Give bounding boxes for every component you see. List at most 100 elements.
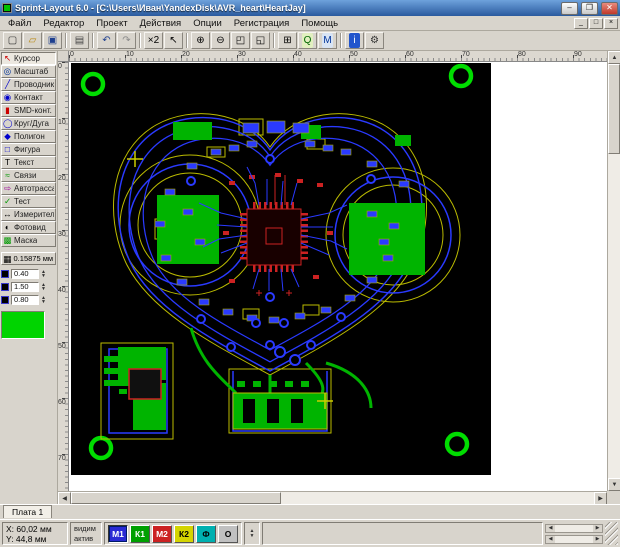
toolbar-icon: i [349, 33, 360, 48]
info-button[interactable]: i [345, 32, 364, 49]
print-button[interactable]: ▤ [70, 32, 89, 49]
horizontal-scroll-track[interactable] [281, 492, 594, 504]
tool-mask[interactable]: ▩ Маска [1, 234, 56, 247]
new-file-button[interactable]: ▢ [3, 32, 22, 49]
horizontal-scrollbar[interactable]: ◀ ▶ [58, 491, 607, 504]
maximize-button[interactable]: ❐ [581, 2, 598, 15]
pcb-canvas[interactable] [69, 62, 607, 491]
size-value-row[interactable]: 0.40 ▲▼ [1, 268, 56, 280]
scrollbar-corner [607, 491, 620, 504]
tool-circle-arc[interactable]: ◯ Круг/Дуга [1, 117, 56, 130]
tool-cursor[interactable]: ↖ Курсор [1, 52, 56, 65]
mini-right-icon[interactable]: ▶ [593, 525, 602, 532]
size-value-row[interactable]: 0.80 ▲▼ [1, 294, 56, 306]
mdi-minimize-button[interactable]: _ [574, 18, 588, 29]
size-value-row[interactable]: 1.50 ▲▼ [1, 281, 56, 293]
vertical-scroll-thumb[interactable] [608, 64, 620, 154]
tool-text[interactable]: Т Текст [1, 156, 56, 169]
toolbar-button[interactable] [273, 33, 275, 48]
tool-test[interactable]: ✓ Тест [1, 195, 56, 208]
zoom-in-button[interactable]: ⊕ [191, 32, 210, 49]
tool-connections[interactable]: ≈ Связи [1, 169, 56, 182]
mini-scrollbar-1[interactable]: ◀ ▶ [545, 524, 603, 533]
tool-autoroute[interactable]: ⇨ Автотрасса [1, 182, 56, 195]
menu-file[interactable]: Файл [2, 17, 37, 30]
menu-options[interactable]: Опции [187, 17, 228, 30]
tool-smd-pad[interactable]: ▮ SMD-конт. [1, 104, 56, 117]
toolbar-button[interactable] [65, 33, 67, 48]
layer-m2-button[interactable]: М2 [152, 525, 172, 543]
tool-measure[interactable]: ↔ Измеритель [1, 208, 56, 221]
tool-icon: ◆ [3, 131, 12, 142]
scroll-down-button[interactable]: ▼ [608, 478, 620, 491]
zoom-all-button[interactable]: ◱ [251, 32, 270, 49]
mdi-close-button[interactable]: × [604, 18, 618, 29]
layer-o-button[interactable]: О [218, 525, 238, 543]
horizontal-scroll-thumb[interactable] [71, 492, 281, 504]
menu-help[interactable]: Помощь [295, 17, 344, 30]
app-icon [2, 3, 12, 13]
mini-left-icon[interactable]: ◀ [546, 525, 555, 532]
open-button[interactable]: ▱ [23, 32, 42, 49]
size-value[interactable]: 0.40 [11, 269, 39, 279]
menu-registration[interactable]: Регистрация [228, 17, 296, 30]
toolbar-button[interactable] [186, 33, 188, 48]
pointer-button[interactable]: ↖ [164, 32, 183, 49]
size-stepper[interactable]: ▲▼ [41, 296, 46, 304]
zoom-out-button[interactable]: ⊖ [211, 32, 230, 49]
grid-selector[interactable]: ▦ 0.15875 мм [1, 252, 56, 265]
mini-scrollbar-2[interactable]: ◀ ▶ [545, 535, 603, 544]
toolbar-icon: ↷ [121, 33, 132, 48]
grid-toggle-button[interactable]: ⊞ [278, 32, 297, 49]
layer-m1-button[interactable]: М1 [108, 525, 128, 543]
resize-grip[interactable] [605, 522, 618, 545]
active-layer-color-swatch[interactable] [1, 311, 45, 339]
vertical-scroll-track[interactable] [608, 154, 620, 478]
tool-track[interactable]: ╱ Проводник [1, 78, 56, 91]
zoom-x2-button[interactable]: ×2 [144, 32, 163, 49]
tool-zoom[interactable]: ◎ Масштаб [1, 65, 56, 78]
settings-button[interactable]: ⚙ [365, 32, 384, 49]
mini-track-2[interactable] [555, 536, 593, 543]
scroll-up-button[interactable]: ▲ [608, 51, 620, 64]
tool-shape[interactable]: □ Фигура [1, 143, 56, 156]
mini-right-icon-2[interactable]: ▶ [593, 536, 602, 543]
mdi-restore-button[interactable]: □ [589, 18, 603, 29]
vertical-scrollbar[interactable]: ▲ ▼ [607, 51, 620, 491]
menu-actions[interactable]: Действия [134, 17, 188, 30]
tool-photoview[interactable]: ◐ Фотовид [1, 221, 56, 234]
toolbar-button[interactable] [139, 33, 141, 48]
size-stepper[interactable]: ▲▼ [41, 283, 46, 291]
redo-button[interactable]: ↷ [117, 32, 136, 49]
zoom-window-button[interactable]: ◰ [231, 32, 250, 49]
pcb-board[interactable] [71, 63, 491, 475]
toolbar-button[interactable] [340, 33, 342, 48]
stepper-down-icon[interactable]: ▼ [250, 534, 255, 539]
undo-button[interactable]: ↶ [97, 32, 116, 49]
close-button[interactable]: ✕ [601, 2, 618, 15]
ruler-number: 20 [181, 51, 237, 61]
save-button[interactable]: ▣ [43, 32, 62, 49]
toolbox-panel: ↖ Курсор ◎ Масштаб ╱ Проводник ◉ [0, 51, 58, 504]
layer-k2-button[interactable]: К2 [174, 525, 194, 543]
layer-k1-button[interactable]: К1 [130, 525, 150, 543]
size-value[interactable]: 1.50 [11, 282, 39, 292]
menu-editor[interactable]: Редактор [37, 17, 90, 30]
mini-track-1[interactable] [555, 525, 593, 532]
layer-stepper[interactable]: ▲ ▼ [244, 522, 260, 545]
tool-polygon[interactable]: ◆ Полигон [1, 130, 56, 143]
menu-project[interactable]: Проект [90, 17, 133, 30]
mini-left-icon-2[interactable]: ◀ [546, 536, 555, 543]
tab-board-1[interactable]: Плата 1 [3, 505, 52, 518]
layer-f-button[interactable]: Ф [196, 525, 216, 543]
metallization-button[interactable]: М [318, 32, 337, 49]
toolbar-icon: ◱ [255, 33, 266, 48]
size-value[interactable]: 0.80 [11, 295, 39, 305]
photo-view-button[interactable]: Q [298, 32, 317, 49]
toolbar-icon: ⚙ [369, 33, 380, 48]
tool-pad[interactable]: ◉ Контакт [1, 91, 56, 104]
minimize-button[interactable]: – [561, 2, 578, 15]
toolbar-button[interactable] [92, 33, 94, 48]
toolbox-settings: ▦ 0.15875 мм 0.40 ▲▼ 1.50 [1, 252, 56, 339]
size-stepper[interactable]: ▲▼ [41, 270, 46, 278]
